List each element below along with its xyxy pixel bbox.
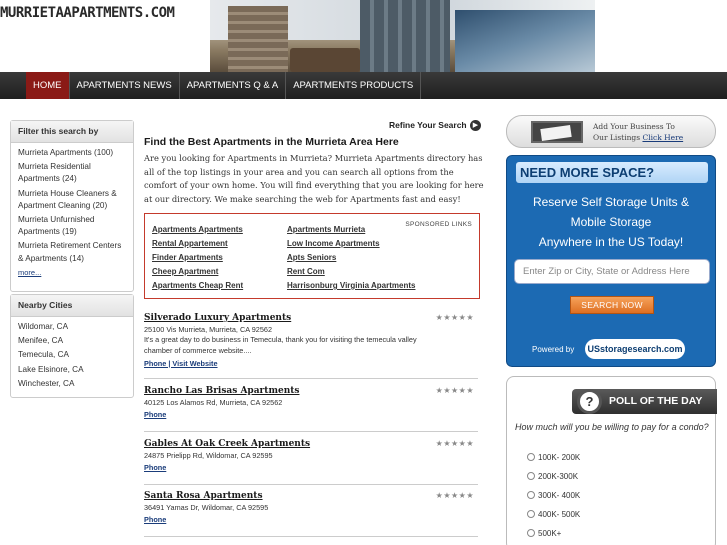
nav-apartments-qa[interactable]: APARTMENTS Q & A [180,72,287,99]
filter-box: Filter this search by Murrieta Apartment… [10,120,134,292]
radio-icon [527,529,535,537]
rating-stars-icon: ★★★★★ [435,439,474,448]
intro-text: Are you looking for Apartments in Murrie… [144,153,484,204]
sponsored-links-box: SPONSORED LINKS Apartments Apartments Re… [144,213,480,299]
storage-body-text: Reserve Self Storage Units & Mobile Stor… [532,195,690,249]
nav-apartments-news[interactable]: APARTMENTS NEWS [70,72,180,99]
listing-address: 40125 Los Alamos Rd, Murrieta, CA 92562 [144,398,283,407]
poll-box: POLL OF THE DAY ? How much will you be w… [506,376,717,545]
listing-item: Rancho Las Brisas Apartments ★★★★★ 40125… [144,386,478,432]
listing-phone-link[interactable]: Phone [144,463,478,472]
sponsored-link[interactable]: Harrisonburg Virginia Apartments [287,279,415,293]
sponsored-link[interactable]: Rent Com [287,265,415,279]
add-business-text: Add Your Business To Our Listings Click … [593,122,684,142]
filter-item[interactable]: Murrieta Residential Apartments (24) [18,161,126,185]
search-now-button[interactable]: SEARCH NOW [570,296,654,314]
listing-thumbnail-icon [531,121,583,143]
nearby-city[interactable]: Temecula, CA [18,349,126,361]
arrow-right-icon[interactable]: ▶ [470,120,481,131]
rating-stars-icon: ★★★★★ [435,313,474,322]
poll-option[interactable]: 100K- 200K [527,453,580,462]
sponsored-link[interactable]: Apartments Murrieta [287,223,415,237]
listing-address: 36491 Yamas Dr, Wildomar, CA 92595 [144,503,269,512]
listing-name[interactable]: Rancho Las Brisas Apartments [144,386,478,396]
nav-home[interactable]: HOME [26,72,70,99]
sponsored-column-1: Apartments Apartments Rental Appartement… [152,223,243,293]
radio-icon [527,491,535,499]
radio-icon [527,472,535,480]
sponsored-link[interactable]: Apts Seniors [287,251,415,265]
poll-question: How much will you be willing to pay for … [515,422,709,432]
rating-stars-icon: ★★★★★ [435,491,474,500]
site-header: MURRIETAAPARTMENTS.COM [0,0,727,72]
sponsored-link[interactable]: Low Income Apartments [287,237,415,251]
listing-phone-link[interactable]: Phone [144,515,478,524]
sponsored-link[interactable]: Rental Appartement [152,237,243,251]
nav-apartments-products[interactable]: APARTMENTS PRODUCTS [286,72,422,99]
question-mark-icon: ? [577,389,602,414]
sponsored-column-2: Apartments Murrieta Low Income Apartment… [287,223,415,293]
main-nav: HOME APARTMENTS NEWS APARTMENTS Q & A AP… [0,72,727,99]
listing-name[interactable]: Gables At Oak Creek Apartments [144,439,478,449]
storage-search-input[interactable]: Enter Zip or City, State or Address Here [514,259,710,284]
site-logo[interactable]: MURRIETAAPARTMENTS.COM [0,5,175,21]
storage-heading: NEED MORE SPACE? [516,162,708,183]
nearby-city[interactable]: Lake Elsinore, CA [18,364,126,376]
listing-phone-link[interactable]: Phone [144,410,478,419]
listing-name[interactable]: Santa Rosa Apartments [144,491,478,501]
listing-item: Santa Rosa Apartments ★★★★★ 36491 Yamas … [144,491,478,537]
radio-icon [527,510,535,518]
poll-option[interactable]: 500K+ [527,529,561,538]
usstoragesearch-logo[interactable]: USstoragesearch.com [585,339,685,359]
add-business-box[interactable]: Add Your Business To Our Listings Click … [506,115,716,148]
filter-item[interactable]: Murrieta Retirement Centers & Apartments… [18,240,126,264]
listing-links[interactable]: Phone | Visit Website [144,359,478,368]
poll-option[interactable]: 300K- 400K [527,491,580,500]
sponsored-link[interactable]: Apartments Cheap Rent [152,279,243,293]
sponsored-link[interactable]: Finder Apartments [152,251,243,265]
header-banner-image [210,0,595,72]
listing-address: 25100 Vis Murrieta, Murrieta, CA 92562 [144,325,273,334]
sponsored-link[interactable]: Cheep Apartment [152,265,243,279]
nearby-cities-box: Nearby Cities Wildomar, CA Menifee, CA T… [10,294,134,398]
filter-item[interactable]: Murrieta Unfurnished Apartments (19) [18,214,126,238]
listing-description: It's a great day to do business in Temec… [144,335,417,355]
refine-search-link[interactable]: Refine Your Search [389,120,467,130]
radio-icon [527,453,535,461]
nearby-city[interactable]: Menifee, CA [18,335,126,347]
filter-title: Filter this search by [11,121,133,143]
filter-more-link[interactable]: more... [18,267,126,279]
filter-item[interactable]: Murrieta Apartments (100) [18,147,126,159]
nearby-title: Nearby Cities [11,295,133,317]
add-business-link[interactable]: Click Here [642,133,683,142]
listing-item: Gables At Oak Creek Apartments ★★★★★ 248… [144,439,478,485]
nearby-city[interactable]: Winchester, CA [18,378,126,390]
poll-option[interactable]: 400K- 500K [527,510,580,519]
listing-name[interactable]: Silverado Luxury Apartments [144,313,478,323]
listing-address: 24875 Prielipp Rd, Wildomar, CA 92595 [144,451,273,460]
sponsored-link[interactable]: Apartments Apartments [152,223,243,237]
poll-option[interactable]: 200K-300K [527,472,578,481]
powered-by-label: Powered by [532,345,575,354]
filter-item[interactable]: Murrieta House Cleaners & Apartment Clea… [18,188,126,212]
nearby-city[interactable]: Wildomar, CA [18,321,126,333]
rating-stars-icon: ★★★★★ [435,386,474,395]
storage-ad-box: NEED MORE SPACE? Reserve Self Storage Un… [506,155,716,367]
listing-item: Silverado Luxury Apartments ★★★★★ 25100 … [144,313,478,379]
page-title: Find the Best Apartments in the Murrieta… [144,136,399,148]
